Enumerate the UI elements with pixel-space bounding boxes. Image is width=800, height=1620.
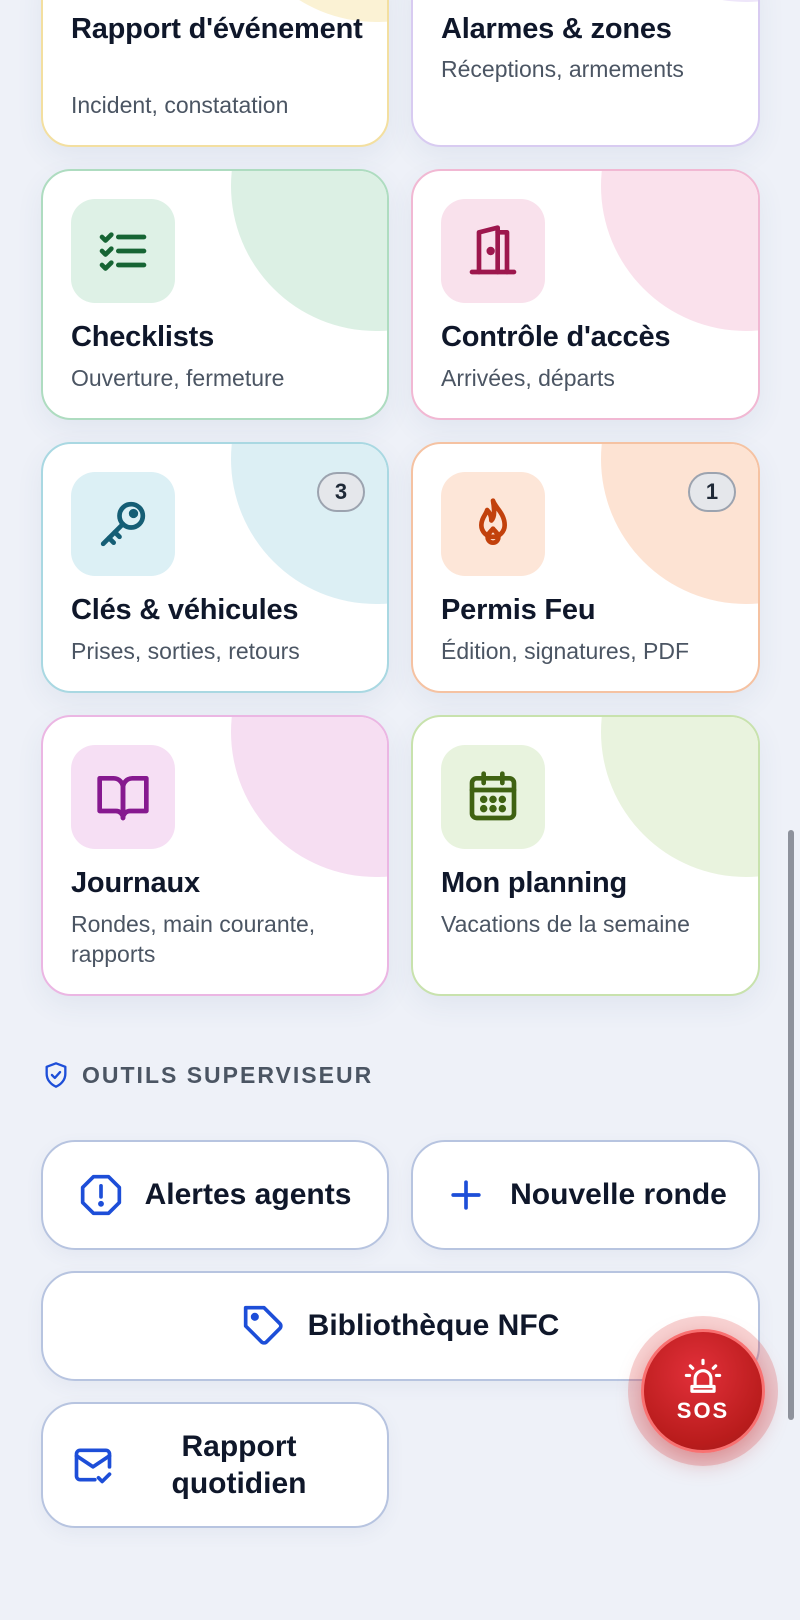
card-decoration — [601, 171, 758, 331]
card-subtitle: Vacations de la semaine — [441, 911, 690, 937]
card-title: Checklists — [71, 321, 215, 353]
section-header-supervisor: OUTILS SUPERVISEUR — [42, 1060, 373, 1090]
button-label: Bibliothèque NFC — [307, 1309, 560, 1342]
count-badge: 3 — [317, 472, 365, 512]
card-decoration — [231, 171, 387, 331]
siren-icon — [684, 1358, 722, 1393]
card-title: Contrôle d'accès — [441, 321, 671, 353]
checklist-icon-box — [71, 199, 175, 303]
card-mon-planning[interactable]: Mon planning Vacations de la semaine — [411, 715, 760, 996]
button-label: Rapport quotidien — [171, 1430, 307, 1500]
sos-label: SOS — [676, 1398, 730, 1423]
checklist-icon — [99, 232, 147, 271]
rapport-quotidien-button[interactable]: Rapport quotidien — [41, 1402, 389, 1528]
count-badge: 1 — [688, 472, 736, 512]
card-subtitle: Incident, constatation — [71, 92, 289, 118]
card-decoration — [231, 717, 387, 877]
card-subtitle: Prises, sorties, retours — [71, 638, 300, 664]
book-icon-box — [71, 745, 175, 849]
scrollbar-thumb[interactable] — [788, 830, 794, 1420]
card-decoration — [231, 444, 387, 604]
card-rapport-evenement[interactable]: Rapport d'événement Incident, constatati… — [41, 0, 389, 147]
card-title: Alarmes & zones — [441, 13, 672, 45]
alert-octagon-icon — [80, 1174, 121, 1216]
door-icon — [469, 225, 517, 275]
card-title: Permis Feu — [441, 594, 596, 626]
card-decoration — [601, 444, 758, 604]
shield-check-icon — [45, 1062, 67, 1088]
card-subtitle: Rondes, main courante, rapports — [71, 911, 316, 967]
card-subtitle: Réceptions, armements — [441, 56, 684, 82]
card-controle-acces[interactable]: Contrôle d'accès Arrivées, départs — [411, 169, 760, 420]
card-subtitle: Ouverture, fermeture — [71, 365, 285, 391]
card-decoration — [601, 0, 758, 2]
button-label: Nouvelle ronde — [510, 1178, 727, 1211]
card-title: Mon planning — [441, 867, 628, 899]
card-checklists[interactable]: Checklists Ouverture, fermeture — [41, 169, 389, 420]
door-icon-box — [441, 199, 545, 303]
alertes-agents-button[interactable]: Alertes agents — [41, 1140, 389, 1250]
card-alarmes-zones[interactable]: Alarmes & zones Réceptions, armements — [411, 0, 760, 147]
card-cles-vehicules[interactable]: 3 Clés & véhicules Prises, sorties, reto… — [41, 442, 389, 693]
card-permis-feu[interactable]: 1 Permis Feu Édition, signatures, PDF — [411, 442, 760, 693]
calendar-icon — [469, 771, 517, 821]
key-icon — [100, 501, 146, 547]
button-label: Alertes agents — [144, 1178, 352, 1211]
flame-icon — [479, 498, 507, 545]
nouvelle-ronde-button[interactable]: Nouvelle ronde — [411, 1140, 760, 1250]
calendar-icon-box — [441, 745, 545, 849]
card-decoration — [601, 717, 758, 877]
tag-icon — [243, 1305, 283, 1345]
card-title: Clés & véhicules — [71, 594, 299, 626]
card-title: Rapport d'événement — [71, 13, 363, 45]
key-icon-box — [71, 472, 175, 576]
flame-icon-box — [441, 472, 545, 576]
card-subtitle: Édition, signatures, PDF — [441, 638, 690, 664]
book-icon — [97, 776, 149, 821]
plus-icon — [451, 1180, 481, 1210]
card-journaux[interactable]: Journaux Rondes, main courante, rapports — [41, 715, 389, 996]
mail-check-icon — [74, 1448, 112, 1484]
card-subtitle: Arrivées, départs — [441, 365, 615, 391]
card-title: Journaux — [71, 867, 200, 899]
section-title: OUTILS SUPERVISEUR — [82, 1061, 374, 1088]
sos-button[interactable]: SOS — [641, 1329, 765, 1453]
